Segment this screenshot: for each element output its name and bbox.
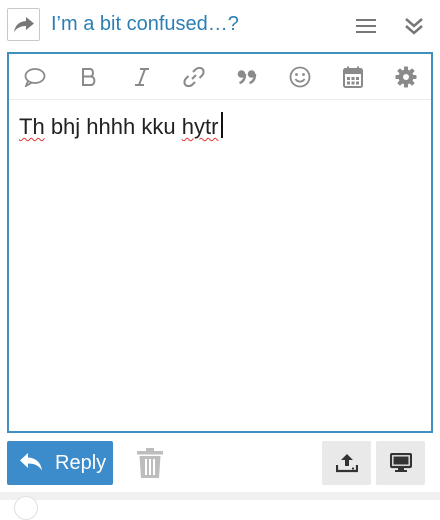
hamburger-menu-icon[interactable] (354, 14, 378, 38)
reply-button[interactable]: Reply (7, 441, 113, 485)
footer-strip (0, 492, 440, 500)
composer-box: Th bhj hhhh kku hytr (7, 52, 433, 433)
reply-button-label: Reply (55, 451, 107, 474)
quote-bubble-icon[interactable] (23, 65, 47, 89)
editor-word: hytr (181, 114, 219, 139)
toggle-preview-button[interactable] (376, 441, 425, 485)
double-chevron-down-icon[interactable] (402, 14, 426, 38)
emoji-icon[interactable] (288, 65, 312, 89)
desktop-icon (389, 453, 412, 472)
topic-title-link[interactable]: I’m a bit confused…? (51, 13, 239, 36)
share-reply-icon (13, 16, 34, 32)
link-icon[interactable] (182, 65, 206, 89)
reply-target-button[interactable] (7, 8, 40, 41)
composer-header: I’m a bit confused…? (0, 0, 440, 50)
editor-word: hhhh (86, 114, 136, 139)
italic-icon[interactable] (130, 65, 154, 89)
blockquote-icon[interactable] (235, 65, 259, 89)
upload-button[interactable] (322, 441, 371, 485)
reply-arrow-icon (19, 452, 45, 474)
editor-word: kku (141, 114, 176, 139)
text-caret (221, 112, 224, 138)
editor-word: Th (19, 114, 45, 139)
bold-icon[interactable] (77, 65, 101, 89)
gear-icon[interactable] (394, 65, 418, 89)
calendar-icon[interactable] (341, 65, 365, 89)
editor-word: bhj (50, 114, 81, 139)
post-editor-textarea[interactable]: Th bhj hhhh kku hytr (19, 112, 421, 140)
trash-icon[interactable] (136, 447, 164, 479)
upload-icon (335, 454, 358, 473)
editor-toolbar (9, 54, 431, 100)
